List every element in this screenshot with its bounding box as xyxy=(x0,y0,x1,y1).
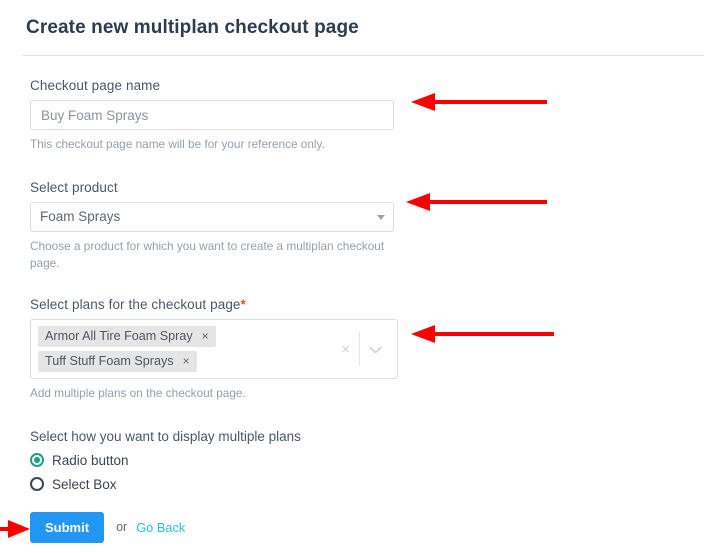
field-checkout-page-name: Checkout page name This checkout page na… xyxy=(30,78,666,154)
select-plans-label: Select plans for the checkout page* xyxy=(30,297,666,312)
page-title: Create new multiplan checkout page xyxy=(26,17,359,38)
field-select-product: Select product Foam Sprays Choose a prod… xyxy=(30,180,666,273)
checkout-page-name-input[interactable] xyxy=(30,100,394,130)
radio-option-select-box[interactable]: Select Box xyxy=(30,477,666,492)
plans-multiselect[interactable]: Armor All Tire Foam Spray × Tuff Stuff F… xyxy=(30,319,398,380)
radio-selected-icon[interactable] xyxy=(30,453,44,468)
select-product-label: Select product xyxy=(30,179,118,195)
select-product-wrapper: Foam Sprays xyxy=(30,201,394,232)
clear-all-icon[interactable]: × xyxy=(332,342,359,357)
select-product-dropdown[interactable]: Foam Sprays xyxy=(30,201,394,232)
radio-option-label: Radio button xyxy=(52,452,129,468)
plans-tag-area: Armor All Tire Foam Spray × Tuff Stuff F… xyxy=(31,320,332,378)
radio-option-label: Select Box xyxy=(52,476,117,492)
remove-plan-icon[interactable]: × xyxy=(202,329,209,343)
radio-option-radio-button[interactable]: Radio button xyxy=(30,453,666,468)
radio-unselected-icon[interactable] xyxy=(30,477,44,492)
required-marker: * xyxy=(240,297,246,313)
form-footer: Submit or Go Back xyxy=(30,511,666,543)
plan-tag[interactable]: Tuff Stuff Foam Sprays × xyxy=(38,351,197,373)
select-plans-help: Add multiple plans on the checkout page. xyxy=(30,386,246,401)
checkout-form: Checkout page name This checkout page na… xyxy=(0,56,666,543)
plan-tag-label: Armor All Tire Foam Spray xyxy=(45,329,193,344)
arrow-to-product-select xyxy=(406,193,547,211)
select-product-help: Choose a product for which you want to c… xyxy=(30,238,385,271)
checkout-page-name-label: Checkout page name xyxy=(30,78,161,93)
select-plans-label-text: Select plans for the checkout page xyxy=(30,297,241,313)
submit-button[interactable]: Submit xyxy=(30,511,105,543)
arrow-to-submit-button xyxy=(0,520,30,538)
go-back-link[interactable]: Go Back xyxy=(136,520,185,535)
or-separator-text: or xyxy=(116,520,128,535)
field-select-plans: Select plans for the checkout page* Armo… xyxy=(30,297,666,403)
chevron-down-icon[interactable] xyxy=(360,343,391,356)
plan-tag-label: Tuff Stuff Foam Sprays xyxy=(45,354,174,369)
display-mode-label: Select how you want to display multiple … xyxy=(30,428,301,444)
arrow-to-checkout-name-input xyxy=(411,93,547,111)
remove-plan-icon[interactable]: × xyxy=(183,354,190,368)
plans-multiselect-controls: × xyxy=(332,320,397,378)
plan-tag[interactable]: Armor All Tire Foam Spray × xyxy=(38,326,216,348)
arrow-to-plans-multiselect xyxy=(411,325,554,343)
caret-down-icon xyxy=(377,214,385,220)
checkout-page-name-help: This checkout page name will be for your… xyxy=(30,137,325,151)
field-display-mode: Select how you want to display multiple … xyxy=(30,429,666,492)
create-multiplan-checkout-page: Create new multiplan checkout page Check… xyxy=(0,0,726,553)
select-product-value: Foam Sprays xyxy=(40,209,121,225)
page-header: Create new multiplan checkout page xyxy=(0,0,726,55)
